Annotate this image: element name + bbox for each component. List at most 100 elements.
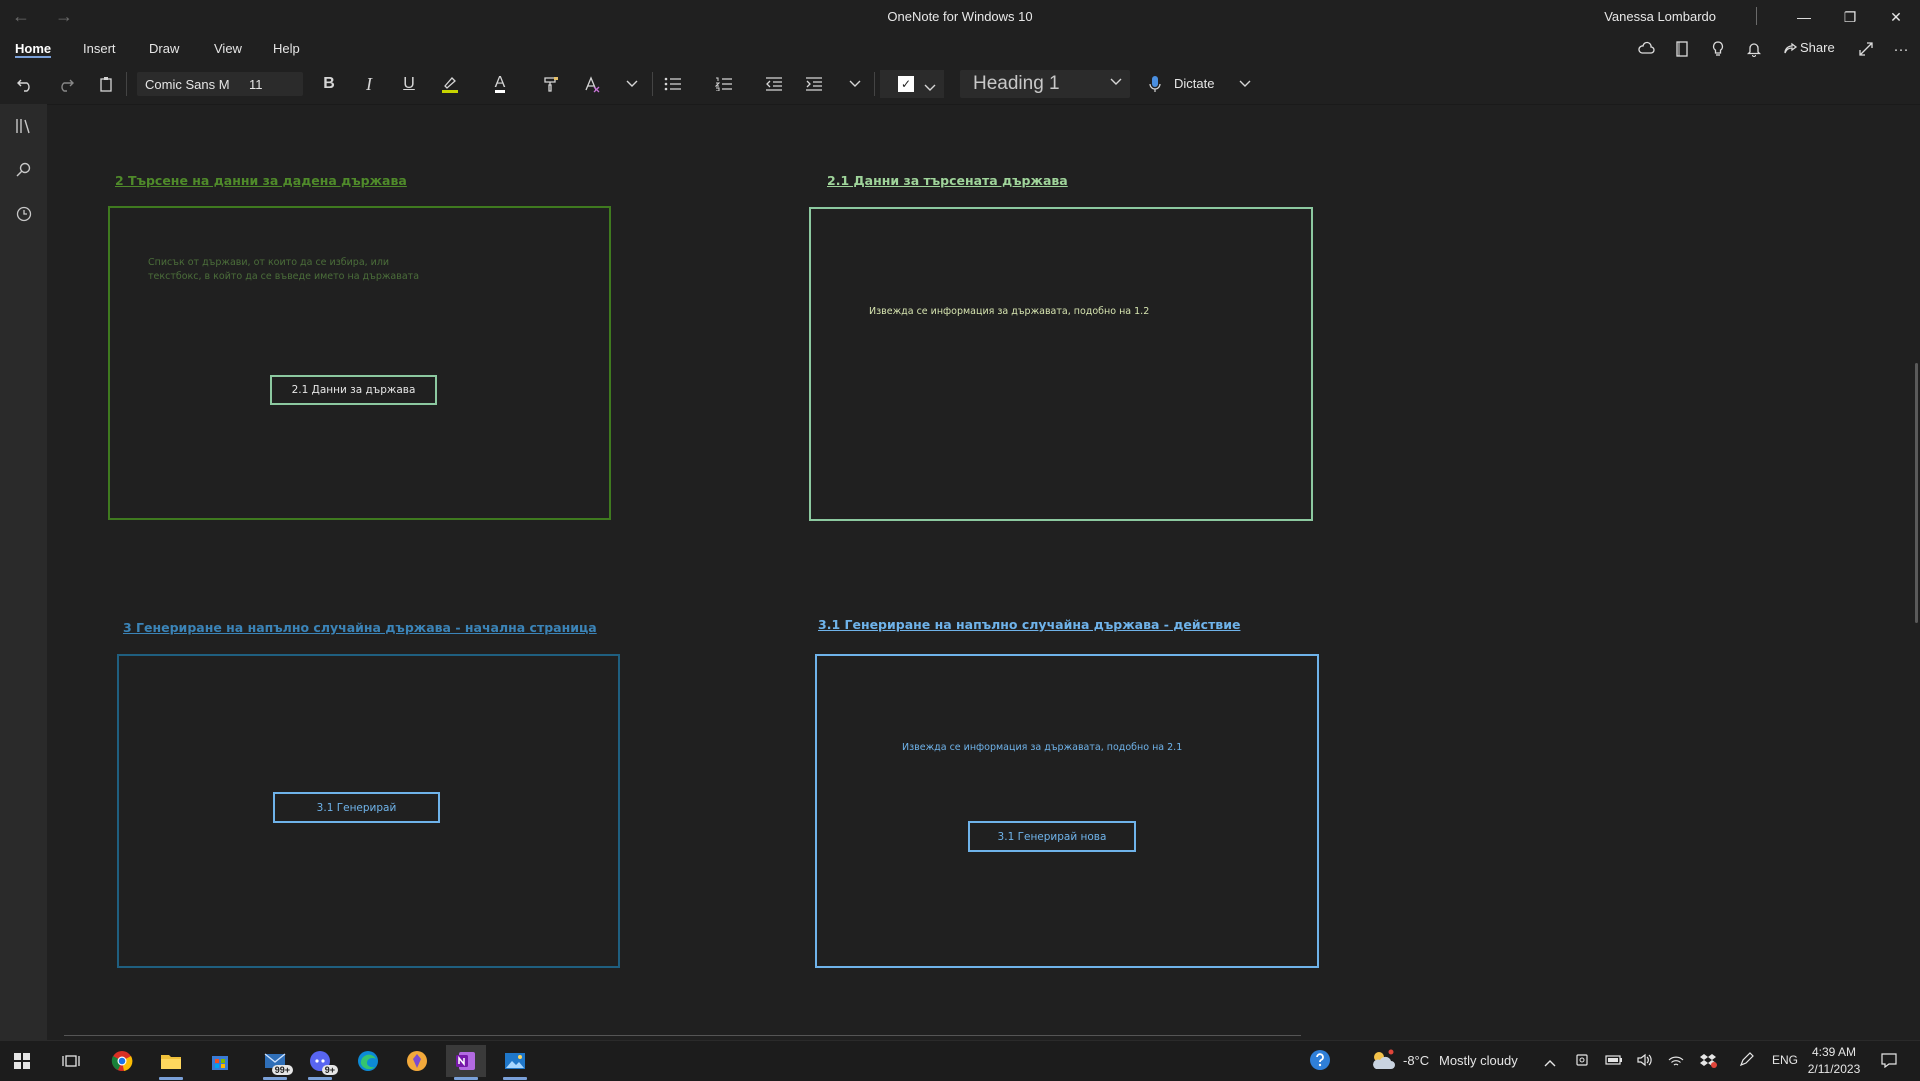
- font-size-field[interactable]: 11: [249, 77, 263, 92]
- format-painter-icon[interactable]: [539, 73, 563, 95]
- toolbar-separator: [126, 72, 127, 96]
- wireframe-searched-country: [809, 207, 1313, 521]
- redo-icon[interactable]: [54, 73, 78, 95]
- clear-formatting-icon[interactable]: [580, 73, 604, 95]
- note-random-action: Извежда се информация за държавата, подо…: [902, 742, 1183, 753]
- section-heading-searched-country[interactable]: 2.1 Данни за търсената държава: [827, 173, 1068, 188]
- weather-status[interactable]: Mostly cloudy: [1439, 1053, 1518, 1068]
- style-picker[interactable]: Heading 1: [960, 70, 1130, 98]
- font-color-button[interactable]: A: [488, 73, 512, 95]
- vertical-scrollbar[interactable]: [1915, 363, 1918, 623]
- notebooks-icon[interactable]: [12, 114, 36, 138]
- microphone-icon[interactable]: [1143, 73, 1167, 95]
- checkbox-icon[interactable]: ✓: [898, 76, 914, 92]
- volume-icon[interactable]: [1636, 1052, 1654, 1071]
- generate-button[interactable]: 3.1 Генерирай: [273, 792, 440, 823]
- note-search-line-1: Списък от държави, от които да се избира…: [148, 257, 390, 268]
- back-arrow-icon[interactable]: ←: [12, 6, 30, 27]
- clipboard-icon[interactable]: [94, 73, 118, 95]
- page-divider: [64, 1035, 1301, 1036]
- chrome-icon[interactable]: [102, 1045, 142, 1077]
- sync-icon[interactable]: [1636, 38, 1658, 60]
- section-heading-search[interactable]: 2 Търсене на данни за дадена държава: [115, 173, 407, 188]
- tab-view[interactable]: View: [214, 41, 242, 56]
- temperature[interactable]: -8°C: [1403, 1053, 1429, 1068]
- bell-icon[interactable]: [1743, 38, 1765, 60]
- tab-draw[interactable]: Draw: [149, 41, 179, 56]
- tab-insert[interactable]: Insert: [83, 41, 116, 56]
- title-bar: ← → OneNote for Windows 10 Vanessa Lomba…: [0, 0, 1920, 34]
- notebook-icon[interactable]: [1671, 38, 1693, 60]
- tab-home[interactable]: Home: [15, 41, 51, 56]
- chevron-down-icon[interactable]: [1233, 73, 1257, 95]
- battery-icon[interactable]: [1605, 1052, 1623, 1071]
- clock[interactable]: 4:39 AM 2/11/2023: [1798, 1044, 1870, 1078]
- numbered-list-icon[interactable]: [712, 73, 736, 95]
- country-data-button[interactable]: 2.1 Данни за държава: [270, 375, 437, 405]
- wifi-icon[interactable]: [1667, 1052, 1685, 1071]
- help-icon[interactable]: [1309, 1049, 1331, 1074]
- toolbar-separator: [874, 72, 875, 96]
- lightbulb-icon[interactable]: [1707, 38, 1729, 60]
- camera-icon[interactable]: [1575, 1052, 1591, 1071]
- onenote-icon[interactable]: [446, 1045, 486, 1080]
- highlighter-icon[interactable]: [438, 73, 462, 95]
- forward-arrow-icon[interactable]: →: [55, 6, 73, 27]
- generate-new-button[interactable]: 3.1 Генерирай нова: [968, 821, 1136, 852]
- underline-button[interactable]: U: [397, 73, 421, 95]
- fullscreen-icon[interactable]: [1855, 38, 1877, 60]
- section-heading-random-action[interactable]: 3.1 Генериране на напълно случайна държа…: [818, 617, 1240, 632]
- share-button[interactable]: Share: [1800, 40, 1835, 55]
- microsoft-store-icon[interactable]: [200, 1045, 240, 1077]
- recent-notes-icon[interactable]: [12, 202, 36, 226]
- note-searched-country: Извежда се информация за държавата, подо…: [869, 306, 1150, 317]
- share-icon[interactable]: [1780, 38, 1802, 60]
- wireframe-search: [108, 206, 611, 520]
- close-icon[interactable]: ✕: [1876, 4, 1916, 30]
- title-separator: [1756, 7, 1757, 25]
- user-name[interactable]: Vanessa Lombardo: [1604, 9, 1716, 24]
- increase-indent-icon[interactable]: [802, 73, 826, 95]
- notifications-icon[interactable]: [1880, 1052, 1898, 1071]
- font-picker[interactable]: Comic Sans M 11: [137, 72, 303, 96]
- pen-icon[interactable]: [1738, 1052, 1754, 1071]
- todo-tag-picker[interactable]: ✓: [880, 70, 944, 98]
- browser-icon[interactable]: [397, 1045, 437, 1077]
- undo-icon[interactable]: [13, 73, 37, 95]
- chevron-down-icon[interactable]: [620, 73, 644, 95]
- mail-icon[interactable]: 99+: [255, 1045, 295, 1080]
- style-name: Heading 1: [973, 73, 1060, 94]
- active-tab-indicator: [15, 56, 51, 58]
- weather-cloud-icon[interactable]: [1369, 1048, 1397, 1075]
- task-view-icon[interactable]: [51, 1045, 91, 1077]
- more-options-icon[interactable]: ···: [1890, 38, 1912, 60]
- restore-icon[interactable]: ❐: [1830, 4, 1870, 30]
- chevron-down-icon[interactable]: [924, 79, 936, 97]
- dropbox-icon[interactable]: [1699, 1052, 1717, 1071]
- edge-icon[interactable]: [348, 1045, 388, 1077]
- dictate-button[interactable]: Dictate: [1174, 76, 1214, 91]
- search-icon[interactable]: [12, 158, 36, 182]
- decrease-indent-icon[interactable]: [762, 73, 786, 95]
- bold-button[interactable]: B: [317, 73, 341, 95]
- chevron-down-icon[interactable]: [843, 73, 867, 95]
- photos-icon[interactable]: [495, 1045, 535, 1080]
- ribbon-tabs: Home Insert Draw View Help: [0, 34, 1920, 64]
- discord-icon[interactable]: 9+: [300, 1045, 340, 1080]
- clock-date: 2/11/2023: [1807, 1062, 1861, 1076]
- tab-help[interactable]: Help: [273, 41, 300, 56]
- minimize-icon[interactable]: —: [1784, 4, 1824, 30]
- file-explorer-icon[interactable]: [151, 1045, 191, 1080]
- toolbar-separator: [652, 72, 653, 96]
- section-heading-random-start[interactable]: 3 Генериране на напълно случайна държава…: [123, 620, 597, 635]
- italic-button[interactable]: I: [357, 73, 381, 95]
- language-indicator[interactable]: ENG: [1772, 1053, 1798, 1067]
- windows-start-icon[interactable]: [2, 1045, 42, 1077]
- bullet-list-icon[interactable]: [661, 73, 685, 95]
- home-toolbar: Comic Sans M 11 B I U A ✓ Heading 1 Dict…: [0, 64, 1920, 105]
- left-navigation: [0, 104, 47, 1048]
- discord-badge: 9+: [321, 1065, 338, 1075]
- font-name-field[interactable]: Comic Sans M: [145, 77, 230, 92]
- chevron-down-icon[interactable]: [1110, 75, 1122, 89]
- chevron-up-icon[interactable]: [1544, 1055, 1556, 1070]
